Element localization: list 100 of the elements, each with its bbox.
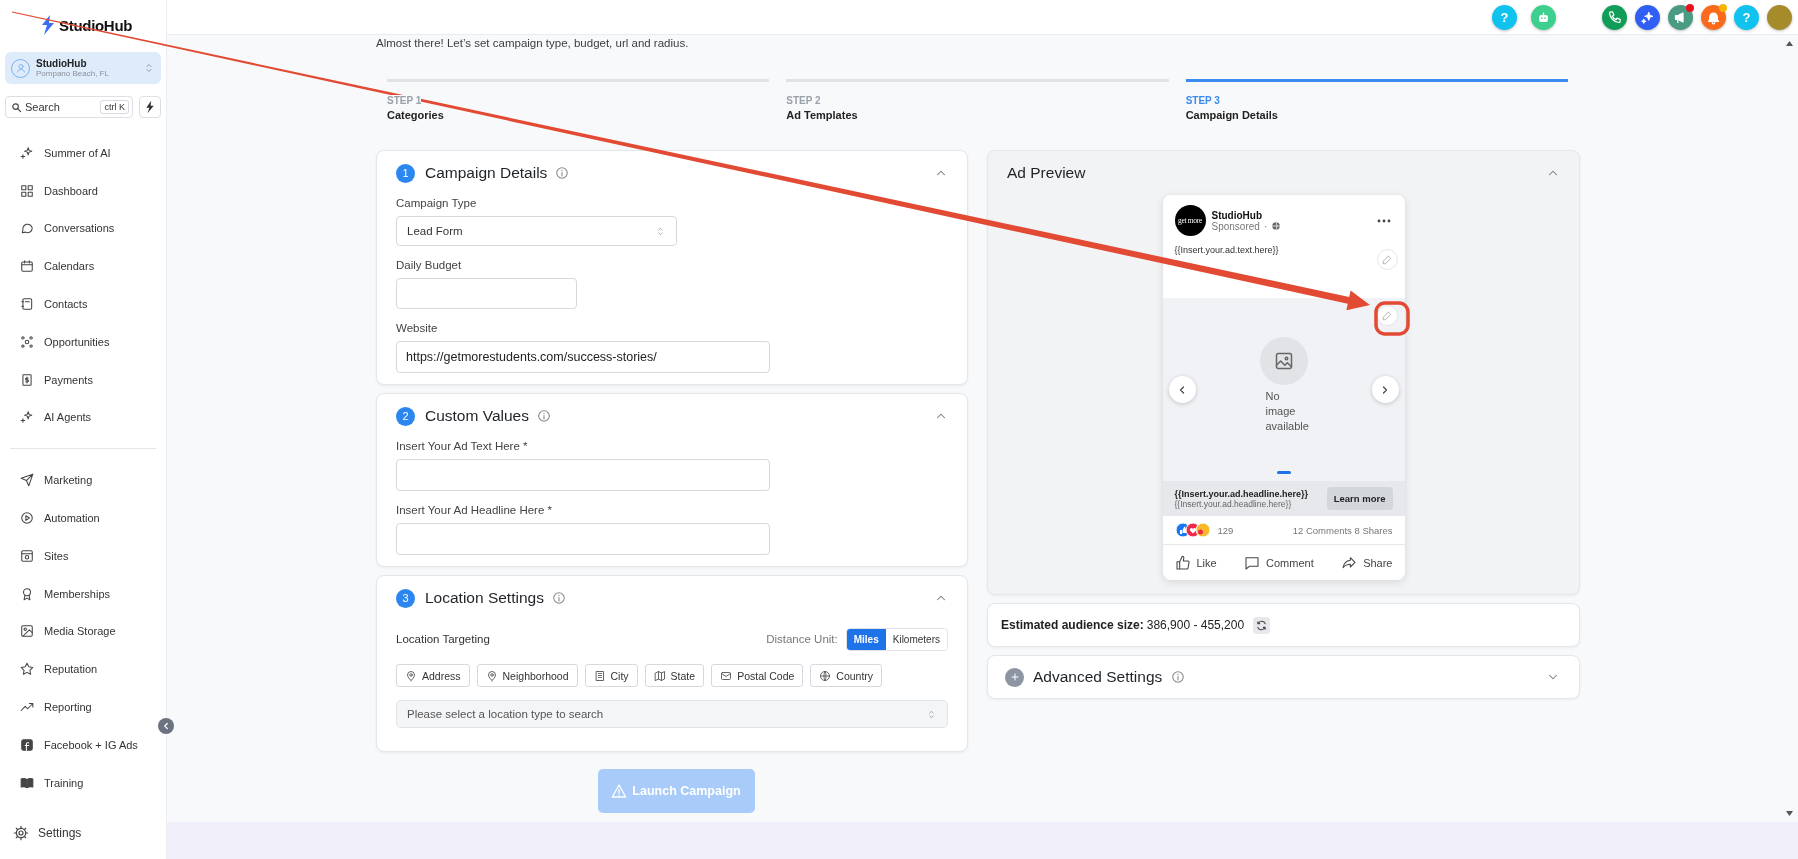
- step-number: 3: [396, 588, 415, 608]
- sponsored-label: Sponsored: [1211, 220, 1260, 232]
- share-arrow-icon: [1341, 554, 1358, 571]
- settings-item[interactable]: Settings: [0, 814, 166, 852]
- star-icon: [20, 662, 34, 677]
- ai-button[interactable]: [1635, 4, 1660, 30]
- sparkles-icon: [1640, 9, 1655, 25]
- section-title: Location Settings: [425, 589, 544, 607]
- section-title: Ad Preview: [1007, 164, 1086, 182]
- engagement-counts: 12 Comments 8 Shares: [1292, 524, 1393, 536]
- robot-icon: [1536, 9, 1551, 25]
- mail-icon: [720, 669, 733, 682]
- play-circle-icon: [20, 511, 34, 526]
- info-icon: [551, 591, 566, 605]
- post-action-button[interactable]: Comment: [1244, 554, 1314, 571]
- location-type-button[interactable]: Address: [396, 664, 470, 687]
- slide-indicator[interactable]: [1276, 471, 1291, 474]
- section-title: Campaign Details: [425, 164, 548, 182]
- collapse-button[interactable]: [158, 718, 174, 734]
- section-label: Location Targeting: [396, 633, 490, 645]
- step-number: 1: [396, 163, 415, 183]
- nav-item[interactable]: AI Agents: [0, 398, 166, 437]
- image-icon: [20, 624, 34, 639]
- sparkles-icon: [20, 410, 34, 425]
- chevron-updown-icon: [926, 708, 937, 720]
- location-type-button[interactable]: Postal Code: [711, 664, 804, 687]
- user-icon: [14, 62, 27, 74]
- nav-item[interactable]: Media Storage: [0, 612, 166, 651]
- input-field[interactable]: [396, 523, 770, 555]
- nav-item[interactable]: Training: [0, 763, 166, 802]
- phone-button[interactable]: [1602, 4, 1627, 30]
- field-label: Website: [396, 321, 439, 336]
- audience-label: Estimated audience size:: [1001, 618, 1144, 632]
- globe-icon: [1271, 221, 1282, 231]
- location-type-button[interactable]: City: [584, 664, 638, 687]
- grid-icon: [20, 183, 34, 198]
- nav-item[interactable]: Dashboard: [0, 171, 166, 210]
- bell-icon: [1706, 9, 1721, 25]
- post-action-button[interactable]: Like: [1174, 554, 1217, 571]
- input-field[interactable]: https://getmorestudents.com/success-stories/: [396, 341, 770, 373]
- nav-item[interactable]: Opportunities: [0, 323, 166, 361]
- nav-item[interactable]: Automation: [0, 499, 166, 537]
- facebook-icon: [20, 737, 34, 752]
- info-icon: [555, 166, 570, 180]
- quick-action-button[interactable]: [139, 96, 161, 118]
- scroll-up-icon: [1786, 41, 1793, 46]
- assistant-button[interactable]: [1531, 4, 1556, 30]
- nav-item[interactable]: Marketing: [0, 461, 166, 500]
- input-field[interactable]: [396, 459, 770, 491]
- nav-item[interactable]: Conversations: [0, 209, 166, 248]
- toggle-option[interactable]: Miles: [846, 628, 886, 650]
- select-field[interactable]: Lead Form: [396, 216, 677, 246]
- pin-icon: [405, 669, 417, 682]
- more-options-icon[interactable]: [1376, 218, 1391, 223]
- highlight-ring: [1374, 301, 1410, 336]
- refresh-button[interactable]: [1253, 616, 1271, 634]
- nav-item[interactable]: Facebook + IG Ads: [0, 725, 166, 764]
- pencil-icon: [1382, 254, 1392, 265]
- warning-icon: [611, 783, 628, 799]
- nav-item[interactable]: Contacts: [0, 285, 166, 323]
- input-field[interactable]: [396, 278, 577, 309]
- search-icon: [11, 101, 22, 113]
- nav-item[interactable]: Memberships: [0, 574, 166, 613]
- location-select[interactable]: Please select a location type to search: [396, 700, 948, 728]
- phone-icon: [1607, 9, 1622, 25]
- chevron-updown-icon: [143, 62, 155, 74]
- nav-item[interactable]: Reputation: [0, 650, 166, 689]
- nodes-icon: [20, 334, 34, 349]
- nav-item[interactable]: Sites: [0, 536, 166, 575]
- account-switcher[interactable]: StudioHub Pompano Beach, FL: [5, 52, 161, 84]
- nav-item[interactable]: Payments: [0, 360, 166, 399]
- calendar-icon: [20, 259, 34, 274]
- building-icon: [593, 669, 606, 682]
- empty-message: No image available: [1264, 389, 1310, 434]
- nav-item[interactable]: Calendars: [0, 247, 166, 286]
- step-tab[interactable]: STEP 2 Ad Templates: [786, 79, 1169, 121]
- ad-headline: {{Insert.your.ad.headline.here}}: [1174, 488, 1309, 499]
- field-label: Insert Your Ad Headline Here *: [396, 503, 553, 518]
- globe-icon: [819, 669, 832, 682]
- notifications-button[interactable]: [1701, 4, 1726, 30]
- step-tab[interactable]: STEP 3 Campaign Details: [1185, 79, 1568, 121]
- location-type-button[interactable]: Country: [810, 664, 883, 687]
- location-type-button[interactable]: State: [644, 664, 705, 687]
- award-icon: [20, 586, 34, 601]
- account-name: StudioHub: [36, 58, 88, 69]
- lightning-icon: [145, 100, 155, 114]
- field-label: Campaign Type: [396, 196, 478, 211]
- step-number: 2: [396, 406, 415, 426]
- user-avatar[interactable]: [1767, 4, 1792, 30]
- announcements-button[interactable]: [1668, 4, 1693, 30]
- post-action-button[interactable]: Share: [1341, 554, 1393, 571]
- expand-button[interactable]: [1005, 667, 1024, 687]
- cta-button[interactable]: Learn more: [1326, 487, 1393, 510]
- chat-bubble-icon: [20, 221, 34, 236]
- nav-item[interactable]: Reporting: [0, 688, 166, 726]
- nav-item[interactable]: Summer of AI: [0, 134, 166, 172]
- step-tab[interactable]: STEP 1 Categories: [387, 79, 770, 121]
- search-field[interactable]: Search ctrl K: [5, 96, 133, 118]
- location-type-button[interactable]: Neighborhood: [476, 664, 578, 687]
- reaction-count: 129: [1217, 524, 1234, 536]
